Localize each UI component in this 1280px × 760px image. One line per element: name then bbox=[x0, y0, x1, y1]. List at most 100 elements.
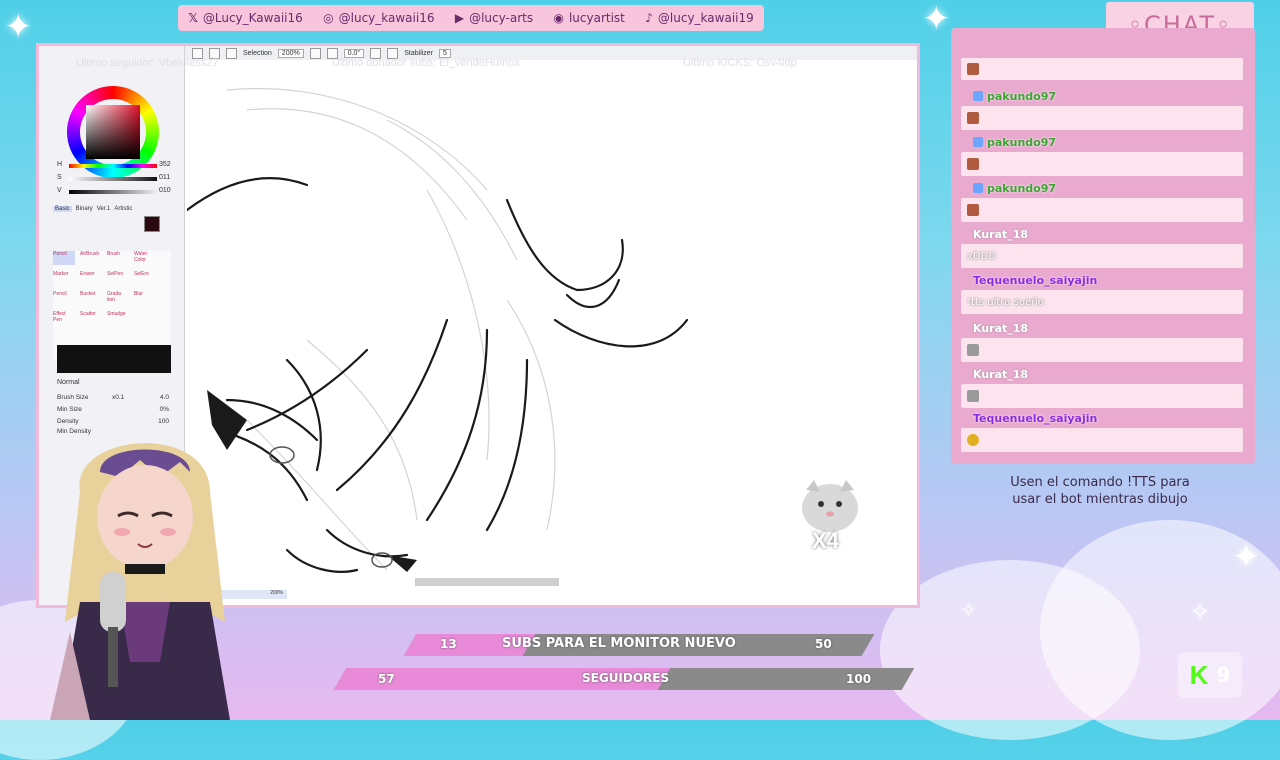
sparkle-icon: ✦ bbox=[1232, 537, 1261, 577]
blend-mode-select[interactable]: Normal bbox=[57, 379, 80, 386]
subs-goal-label: SUBS PARA EL MONITOR NUEVO bbox=[502, 636, 736, 651]
sparkle-icon: ✧ bbox=[1190, 598, 1211, 626]
selection-label[interactable]: Selection bbox=[243, 50, 272, 57]
chat-username[interactable]: Kurat_18 bbox=[973, 322, 1028, 335]
hue-slider-row[interactable]: H 352 bbox=[57, 161, 187, 171]
tool-watercolor[interactable]: Water Color bbox=[134, 251, 156, 265]
tool-smudge[interactable]: Smudge bbox=[107, 311, 129, 325]
chat-username[interactable]: pakundo97 bbox=[987, 90, 1056, 103]
chat-message: Kurat_18 xDDD bbox=[961, 224, 1243, 268]
tool-marker[interactable]: Marker bbox=[53, 271, 75, 285]
sparkle-icon: ✧ bbox=[960, 598, 977, 622]
social-item-tiktok[interactable]: ♪ @lucy_kawaii19 bbox=[645, 11, 754, 25]
horizontal-scrollbar[interactable] bbox=[415, 578, 559, 586]
tool-eraser[interactable]: Eraser bbox=[80, 271, 102, 285]
brush-size-row[interactable]: Brush Size x0.1 4.0 bbox=[57, 394, 171, 401]
social-links-bar: 𝕏 @Lucy_Kawaii16 ◎ @lucy_kawaii16 ▶ @lucy-a… bbox=[178, 5, 764, 31]
x-icon: 𝕏 bbox=[188, 11, 198, 25]
youtube-icon: ▶ bbox=[454, 11, 465, 25]
emote-icon bbox=[967, 390, 979, 402]
last-follower-text: Ultimo seguidor: Vbeluless27 bbox=[76, 57, 219, 69]
current-color-swatch[interactable] bbox=[144, 216, 160, 232]
social-item-instagram[interactable]: ◎ @lucy_kawaii16 bbox=[323, 11, 434, 25]
paint-toolbar: Selection 200% 0.0° Stabilizer 5 bbox=[184, 46, 917, 60]
social-item-youtube[interactable]: ▶ @lucy-arts bbox=[455, 11, 533, 25]
chat-username[interactable]: pakundo97 bbox=[987, 182, 1056, 195]
tiktok-icon: ♪ bbox=[645, 11, 653, 25]
chat-message: Tequenuelo_saiyajin !tts ultra sueño bbox=[961, 270, 1243, 314]
chat-username[interactable]: Kurat_18 bbox=[973, 368, 1028, 381]
emote-icon bbox=[967, 112, 979, 124]
chat-username[interactable]: Tequenuelo_saiyajin bbox=[973, 412, 1097, 425]
social-item-discord[interactable]: ◉ lucyartist bbox=[553, 11, 624, 25]
tool-airbrush[interactable]: AirBrush bbox=[80, 251, 102, 265]
tool-bucket[interactable]: Bucket bbox=[80, 291, 102, 305]
zoom-out-button[interactable] bbox=[309, 47, 321, 59]
value-slider-row[interactable]: V 010 bbox=[57, 187, 187, 197]
chat-username[interactable]: pakundo97 bbox=[987, 136, 1056, 149]
cat-emote-alert bbox=[802, 480, 858, 532]
last-kicks-text: Ultimo KICKS: Osv4ldp bbox=[683, 57, 797, 69]
emote-icon bbox=[967, 63, 979, 75]
kick-viewer-badge: K 9 bbox=[1178, 652, 1242, 698]
chat-message: pakundo97 bbox=[961, 178, 1243, 222]
chat-message: Tequenuelo_saiyajin bbox=[961, 408, 1243, 452]
brush-preview bbox=[57, 345, 171, 373]
emote-icon bbox=[967, 158, 979, 170]
chat-message: Kurat_18 bbox=[961, 318, 1243, 362]
hue-slider[interactable] bbox=[69, 164, 157, 168]
subscriber-badge-icon bbox=[973, 183, 983, 193]
tool-scatter[interactable]: Scatter bbox=[80, 311, 102, 325]
followers-goal-label: SEGUIDORES bbox=[582, 671, 670, 685]
chat-panel: pakundo97 pakundo97 pakundo97 Kurat_18 x… bbox=[951, 28, 1255, 464]
kick-logo-icon: K bbox=[1189, 659, 1209, 690]
tool-brush[interactable]: Brush bbox=[107, 251, 129, 265]
emote-icon bbox=[967, 344, 979, 356]
chat-message: pakundo97 bbox=[961, 86, 1243, 130]
tool-effect-pen[interactable]: Effect Pen bbox=[53, 311, 75, 325]
value-slider[interactable] bbox=[69, 190, 157, 194]
chat-text: !tts ultra sueño bbox=[967, 296, 1044, 308]
kick-count: 9 bbox=[1216, 663, 1231, 687]
tab-binary[interactable]: Binary bbox=[76, 206, 93, 212]
tool-gradation[interactable]: Grada tion bbox=[107, 291, 129, 305]
last-donor-text: Ultimo donador subs: El_vendeHumos bbox=[332, 57, 520, 69]
sparkle-icon: ✦ bbox=[922, 0, 951, 39]
zoom-select[interactable]: 200% bbox=[277, 48, 304, 58]
subscriber-badge-icon bbox=[973, 137, 983, 147]
stabilizer-label: Stabilizer bbox=[404, 49, 434, 57]
subs-goal-current: 13 bbox=[440, 637, 457, 651]
tool-selers[interactable]: SelErs bbox=[134, 271, 156, 285]
saturation-slider[interactable] bbox=[69, 177, 157, 181]
saturation-value-square[interactable] bbox=[86, 105, 140, 159]
tool-tabs: Basic Binary Ver.1 Artistic bbox=[53, 206, 132, 212]
chat-message bbox=[961, 58, 1243, 80]
emote-icon bbox=[967, 434, 979, 446]
tab-artistic[interactable]: Artistic bbox=[114, 206, 132, 212]
subs-goal-target: 50 bbox=[815, 637, 832, 651]
emote-icon bbox=[967, 204, 979, 216]
tab-ver1[interactable]: Ver.1 bbox=[97, 206, 111, 212]
discord-icon: ◉ bbox=[553, 11, 564, 25]
tool-blur[interactable]: Blur bbox=[134, 291, 156, 305]
tts-instructions: Usen el comando !TTS para usar el bot mi… bbox=[1010, 475, 1190, 507]
instagram-icon: ◎ bbox=[323, 11, 334, 25]
tool-pencil-2[interactable]: Pencil bbox=[53, 291, 75, 305]
min-size-row[interactable]: Min Size 0% bbox=[57, 406, 171, 413]
chat-message: Kurat_18 bbox=[961, 364, 1243, 408]
cat-alert-multiplier: X4 bbox=[812, 528, 839, 553]
social-item-x[interactable]: 𝕏 @Lucy_Kawaii16 bbox=[188, 11, 303, 25]
tool-pencil[interactable]: Pencil bbox=[53, 251, 75, 265]
tool-selpen[interactable]: SelPen bbox=[107, 271, 129, 285]
chat-username[interactable]: Tequenuelo_saiyajin bbox=[973, 274, 1097, 287]
followers-goal-target: 100 bbox=[846, 672, 872, 686]
tab-basic[interactable]: Basic bbox=[53, 206, 72, 212]
chat-text: xDDD bbox=[967, 250, 997, 262]
saturation-slider-row[interactable]: S 011 bbox=[57, 174, 187, 184]
deselect-button[interactable] bbox=[226, 47, 237, 59]
followers-goal-current: 57 bbox=[378, 672, 395, 686]
chat-username[interactable]: Kurat_18 bbox=[973, 228, 1028, 241]
density-row[interactable]: Density 100 bbox=[57, 418, 171, 425]
subscriber-badge-icon bbox=[973, 91, 983, 101]
vtuber-avatar bbox=[50, 443, 230, 720]
